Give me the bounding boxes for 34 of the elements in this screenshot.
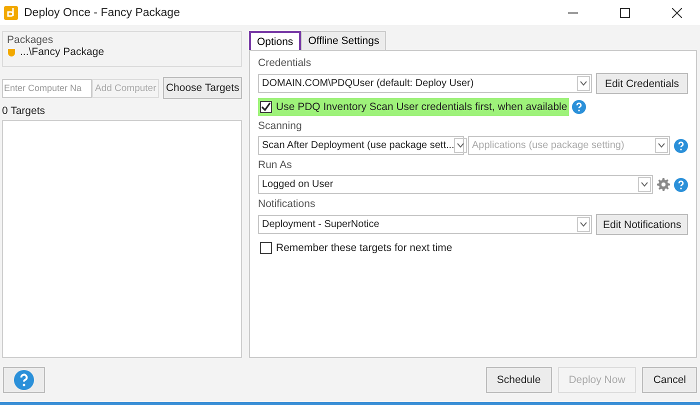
checkbox[interactable] xyxy=(260,242,272,254)
tab[interactable]: Options xyxy=(249,31,302,50)
group-label: Packages xyxy=(7,34,54,46)
package-item[interactable]: ...\Fancy Package xyxy=(20,46,104,58)
maximize-icon[interactable] xyxy=(620,8,630,18)
checkbox-label[interactable]: Use PDQ Inventory Scan User credentials first, when available xyxy=(276,101,568,113)
targets-count: 0 Targets xyxy=(2,105,46,117)
choose-targets-button[interactable]: Choose Targets xyxy=(163,77,242,99)
section-label: Scanning xyxy=(258,120,303,132)
window-title: Deploy Once - Fancy Package xyxy=(24,6,181,18)
help-button[interactable] xyxy=(3,367,45,393)
scanning-dropdown[interactable]: Scan After Deployment (use package sett... xyxy=(258,136,464,155)
section-label: Credentials xyxy=(258,57,312,69)
credentials-dropdown[interactable]: DOMAIN.COM\PDQUser (default: Deploy User) xyxy=(258,74,592,93)
app-logo-icon xyxy=(4,6,18,20)
footer-button[interactable]: Cancel xyxy=(642,367,697,393)
edit-notifications-button[interactable]: Edit Notifications xyxy=(596,214,688,235)
notifications-dropdown[interactable]: Deployment - SuperNotice xyxy=(258,215,592,234)
footer-button[interactable]: Schedule xyxy=(486,367,552,393)
computer-name-field[interactable]: Enter Computer Na xyxy=(2,78,92,98)
section-label: Notifications xyxy=(258,198,316,210)
edit-credentials-button[interactable]: Edit Credentials xyxy=(596,73,688,94)
checkbox[interactable] xyxy=(260,101,272,113)
help-icon[interactable] xyxy=(674,138,688,152)
help-icon[interactable] xyxy=(572,100,586,114)
section-label: Run As xyxy=(258,159,293,171)
checkbox-label[interactable]: Remember these targets for next time xyxy=(276,242,452,254)
help-icon[interactable] xyxy=(14,370,34,390)
package-icon xyxy=(7,48,16,56)
help-icon[interactable] xyxy=(674,178,688,192)
close-icon[interactable] xyxy=(672,8,682,18)
settings-icon[interactable] xyxy=(657,178,670,191)
tab[interactable]: Offline Settings xyxy=(301,31,386,50)
run-as-dropdown[interactable]: Logged on User xyxy=(258,175,653,194)
